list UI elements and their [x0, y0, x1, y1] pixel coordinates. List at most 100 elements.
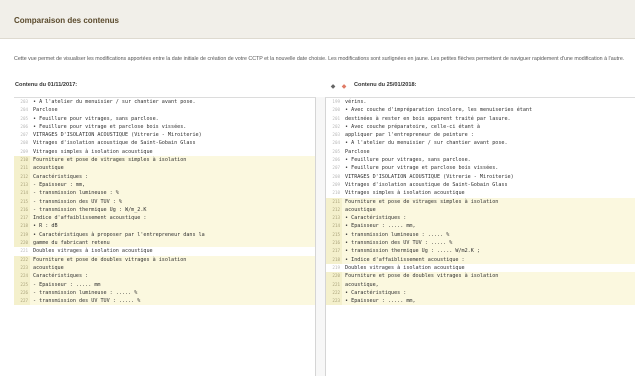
diff-line: 201 destinées à rester en bois apparent t…	[326, 115, 635, 123]
line-text: - transmission lumineuse : ..... %	[33, 289, 138, 296]
line-text: gamme du fabricant retenu	[33, 240, 110, 247]
line-text: acoustique,	[345, 281, 379, 288]
pane-divider	[316, 97, 325, 376]
diff-line: 208 VITRAGES D'ISOLATION ACOUSTIQUE (Vitr…	[326, 173, 635, 181]
line-text: • Feuillure pour vitrage et parclose boi…	[33, 123, 187, 130]
diff-line: 217 • transmission thermique Ug : ..... W…	[326, 247, 635, 256]
diff-line: 209 Vitrages d'isolation acoustique de Sa…	[326, 181, 635, 189]
line-number: 227	[14, 297, 30, 306]
line-number: 217	[14, 214, 30, 223]
diff-line: 203 • A l'atelier du menuisier / sur chan…	[14, 98, 315, 106]
line-number: 205	[332, 148, 340, 154]
line-text: - transmission des UV TUV : ..... %	[33, 298, 141, 305]
line-text: • transmission thermique Ug : ..... W/m2…	[345, 248, 480, 255]
diff-line: 211 acoustique	[14, 164, 315, 173]
diff-line: 212 Caractéristiques :	[14, 172, 315, 181]
line-number: 212	[326, 205, 342, 215]
line-text: Doubles vitrages à isolation acoustique	[33, 248, 153, 255]
line-number: 205	[20, 115, 28, 121]
diff-line: 224 Caractéristiques :	[14, 272, 315, 281]
line-number: 216	[14, 205, 30, 215]
line-number: 218	[326, 255, 342, 264]
line-text: Parclose	[33, 107, 58, 114]
previous-change-icon[interactable]: ◆	[329, 83, 337, 91]
diff-line: 220 Fourniture et pose de doubles vitrage…	[326, 272, 635, 281]
diff-line: 205 • Feuillure pour vitrages, sans parcl…	[14, 115, 315, 123]
line-number: 202	[332, 123, 340, 129]
line-text: VITRAGES D'ISOLATION ACOUSTIQUE (Vitreri…	[345, 173, 514, 180]
line-number: 223	[14, 263, 30, 273]
line-number: 212	[14, 172, 30, 181]
diff-line: 216- transmission thermique Ug : W/m_2.K	[14, 205, 315, 215]
line-number: 208	[20, 140, 28, 146]
diff-line: 215 • transmission lumineuse : ..... %	[326, 230, 635, 240]
line-text: Vitrages d'isolation acoustique de Saint…	[33, 140, 196, 147]
line-text: Fourniture et pose de doubles vitrages à…	[33, 256, 187, 263]
line-text: • transmission des UV TUV : ..... %	[345, 240, 453, 247]
line-text: • transmission lumineuse : ..... %	[345, 231, 450, 238]
page-title: Comparaison des contenus	[14, 16, 119, 25]
line-number: 199	[332, 99, 340, 104]
line-text: • A l'atelier du menuisier / sur chantie…	[33, 99, 196, 105]
line-number: 203	[332, 132, 340, 138]
line-text: • Feuillure pour vitrage et parclose boi…	[345, 165, 499, 172]
line-number: 207	[332, 165, 340, 171]
line-number: 214	[326, 222, 342, 231]
diff-line: 212 acoustique	[326, 205, 635, 215]
line-text: vérins.	[345, 99, 367, 105]
line-text: • R : dB	[33, 223, 58, 230]
line-number: 210	[14, 156, 30, 165]
line-number: 203	[20, 99, 28, 104]
diff-line: 207 VITRAGES D'ISOLATION ACOUSTIQUE (Vitr…	[14, 131, 315, 139]
line-number: 207	[20, 132, 28, 138]
line-text: - transmission des UV TUV : %	[33, 198, 122, 205]
diff-line: 207 • Feuillure pour vitrage et parclose …	[326, 164, 635, 172]
next-change-icon[interactable]: ◆	[340, 83, 348, 91]
line-number: 224	[14, 272, 30, 281]
diff-line: 209 Vitrages simples à isolation acoustiq…	[14, 148, 315, 156]
line-text: • Feuillure pour vitrages, sans parclose…	[33, 115, 159, 122]
line-number: 216	[326, 239, 342, 248]
diff-line: 218 • Indice d'affaiblissement acoustique…	[326, 255, 635, 264]
left-column-header: Contenu du 01/11/2017:	[15, 82, 78, 88]
line-number: 210	[332, 190, 340, 196]
diff-line: 227- transmission des UV TUV : ..... %	[14, 297, 315, 306]
line-text: acoustique	[345, 206, 376, 213]
diff-line: 225- Epaisseur : ..... mm	[14, 280, 315, 289]
line-text: • Epaisseur : ..... mm,	[345, 223, 416, 230]
left-content-pane[interactable]: 203 • A l'atelier du menuisier / sur chan…	[14, 97, 316, 376]
diff-line: 219 • Caractéristiques à proposer par l'e…	[14, 230, 315, 240]
line-text: Fourniture et pose de doubles vitrages à…	[345, 273, 499, 280]
diff-line: 208 Vitrages d'isolation acoustique de Sa…	[14, 139, 315, 147]
line-text: Vitrages simples à isolation acoustique	[33, 148, 153, 155]
line-number: 214	[14, 189, 30, 198]
line-number: 201	[332, 115, 340, 121]
line-text: appliquer par l'entrepreneur de peinture…	[345, 132, 474, 139]
line-number: 200	[332, 107, 340, 113]
line-number: 219	[332, 264, 340, 270]
line-text: Parclose	[345, 148, 370, 155]
line-text: acoustique	[33, 165, 64, 172]
line-number: 209	[20, 148, 28, 154]
diff-line: 220 gamme du fabricant retenu	[14, 239, 315, 248]
line-text: Doubles vitrages à isolation acoustique	[345, 264, 465, 271]
diff-line: 219 Doubles vitrages à isolation acoustiq…	[326, 264, 635, 272]
line-text: • Indice d'affaiblissement acoustique :	[345, 256, 465, 263]
line-text: • A l'atelier du menuisier / sur chantie…	[345, 140, 508, 147]
line-text: • Epaisseur : ..... mm,	[345, 298, 416, 305]
right-content-pane[interactable]: 199 vérins. 200 • Avec couche d'impréparati…	[325, 97, 635, 376]
line-text: Caractéristiques :	[33, 173, 89, 180]
line-text: - transmission lumineuse : %	[33, 190, 119, 197]
line-number: 221	[20, 248, 28, 254]
diff-line: 205 Parclose	[326, 148, 635, 156]
line-text: • Avec couche préparatoire, celle-ci éta…	[345, 123, 480, 130]
diff-line: 204 • A l'atelier du menuisier / sur chan…	[326, 139, 635, 147]
line-text: • Avec couche d'impréparation incolore, …	[345, 107, 533, 114]
line-text: VITRAGES D'ISOLATION ACOUSTIQUE (Vitreri…	[33, 132, 202, 139]
line-text: • Feuillure pour vitrages, sans parclose…	[345, 157, 471, 164]
description-text: Cette vue permet de visualiser les modif…	[14, 56, 625, 62]
line-number: 208	[332, 173, 340, 179]
line-number: 218	[14, 222, 30, 231]
diff-line: 206 • Feuillure pour vitrages, sans parcl…	[326, 156, 635, 164]
diff-line: 217 Indice d'affaiblissement acoustique :	[14, 214, 315, 223]
